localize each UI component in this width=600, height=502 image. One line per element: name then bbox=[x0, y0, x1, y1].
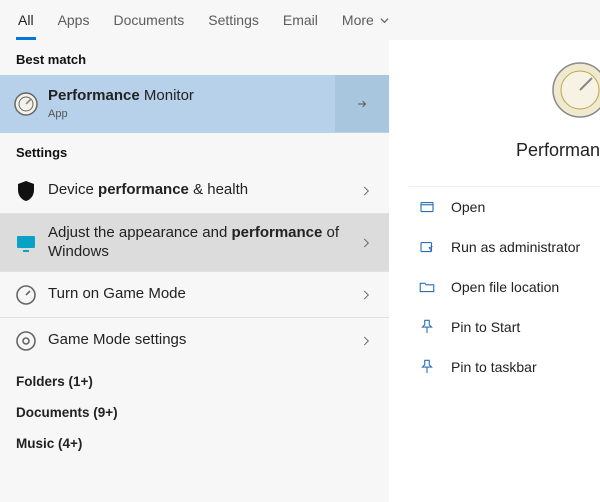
best-match-heading: Best match bbox=[0, 40, 389, 75]
tab-more[interactable]: More bbox=[342, 6, 389, 40]
action-pin-start[interactable]: Pin to Start bbox=[389, 307, 600, 347]
best-match-title: Performance Monitor bbox=[48, 87, 329, 106]
best-match-result[interactable]: Performance Monitor App bbox=[0, 75, 389, 133]
action-open-location[interactable]: Open file location bbox=[389, 267, 600, 307]
action-label: Open bbox=[451, 199, 485, 215]
settings-item-label: Device performance & health bbox=[48, 181, 343, 200]
shield-icon bbox=[14, 179, 38, 203]
settings-heading: Settings bbox=[0, 133, 389, 168]
monitor-icon bbox=[14, 231, 38, 255]
settings-item-label: Turn on Game Mode bbox=[48, 285, 343, 304]
music-heading[interactable]: Music (4+) bbox=[0, 426, 389, 457]
expand-arrow-icon[interactable] bbox=[335, 75, 389, 132]
pin-icon bbox=[417, 317, 437, 337]
performance-monitor-icon bbox=[14, 92, 38, 116]
tab-settings[interactable]: Settings bbox=[208, 6, 259, 40]
tab-all[interactable]: All bbox=[18, 6, 34, 40]
best-match-subtitle: App bbox=[48, 108, 329, 120]
chevron-right-icon bbox=[343, 236, 389, 250]
chevron-right-icon bbox=[343, 334, 389, 348]
action-open[interactable]: Open bbox=[389, 187, 600, 227]
folder-icon bbox=[417, 277, 437, 297]
gauge-icon bbox=[14, 283, 38, 307]
admin-shield-icon bbox=[417, 237, 437, 257]
action-run-admin[interactable]: Run as administrator bbox=[389, 227, 600, 267]
best-match-text: Performance Monitor App bbox=[48, 87, 335, 120]
folders-heading[interactable]: Folders (1+) bbox=[0, 364, 389, 395]
action-label: Pin to taskbar bbox=[451, 359, 537, 375]
settings-item-label: Game Mode settings bbox=[48, 331, 343, 350]
tab-more-label: More bbox=[342, 12, 374, 28]
action-label: Open file location bbox=[451, 279, 559, 295]
preview-pane: Performan Open Run as administrator Open… bbox=[389, 40, 600, 502]
action-label: Run as administrator bbox=[451, 239, 580, 255]
tab-documents[interactable]: Documents bbox=[113, 6, 184, 40]
chevron-down-icon bbox=[380, 12, 389, 28]
action-pin-taskbar[interactable]: Pin to taskbar bbox=[389, 347, 600, 387]
chevron-right-icon bbox=[343, 184, 389, 198]
pin-icon bbox=[417, 357, 437, 377]
filter-tabs: All Apps Documents Settings Email More bbox=[0, 0, 600, 40]
settings-item-game-mode-on[interactable]: Turn on Game Mode bbox=[0, 272, 389, 318]
settings-item-adjust-appearance[interactable]: Adjust the appearance and performance of… bbox=[0, 214, 389, 272]
documents-heading[interactable]: Documents (9+) bbox=[0, 395, 389, 426]
settings-item-game-mode-settings[interactable]: Game Mode settings bbox=[0, 318, 389, 364]
tab-email[interactable]: Email bbox=[283, 6, 318, 40]
action-label: Pin to Start bbox=[451, 319, 520, 335]
settings-item-device-performance[interactable]: Device performance & health bbox=[0, 168, 389, 214]
gear-icon bbox=[14, 329, 38, 353]
chevron-right-icon bbox=[343, 288, 389, 302]
settings-item-label: Adjust the appearance and performance of… bbox=[48, 224, 343, 262]
preview-title: Performan bbox=[419, 140, 600, 161]
app-large-icon bbox=[552, 62, 600, 118]
open-icon bbox=[417, 197, 437, 217]
tab-apps[interactable]: Apps bbox=[58, 6, 90, 40]
results-pane: Best match Performance Monitor App Setti… bbox=[0, 40, 389, 502]
